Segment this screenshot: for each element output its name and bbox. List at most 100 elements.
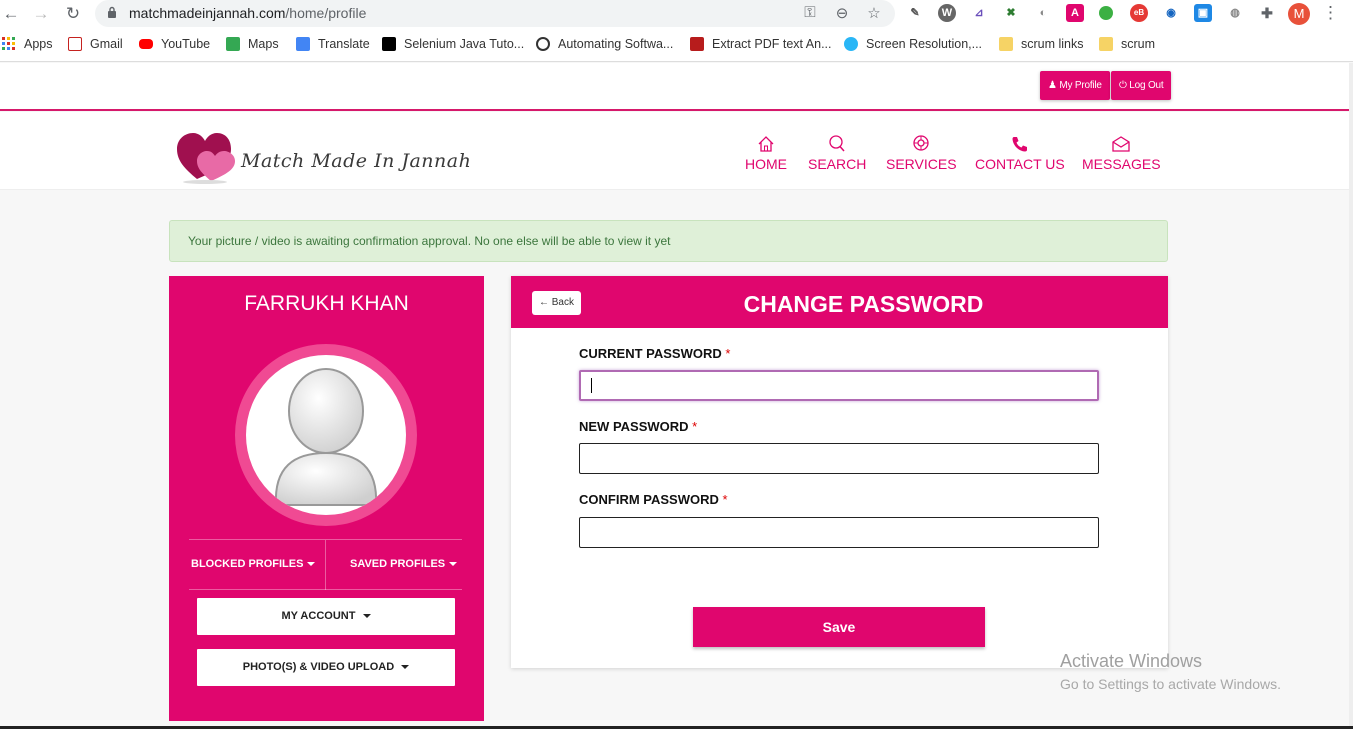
caret-down-icon [449, 562, 458, 567]
bookmark-label: Maps [248, 37, 279, 51]
wordpress-icon[interactable]: W [938, 4, 956, 22]
activate-windows-subtitle: Go to Settings to activate Windows. [1060, 676, 1281, 692]
nav-label: SEARCH [808, 156, 867, 172]
tab-label: BLOCKED PROFILES [191, 558, 304, 570]
key-icon[interactable]: ⚿ [800, 4, 820, 21]
back-arrow-icon: ← [538, 297, 552, 308]
page-title: CHANGE PASSWORD [743, 291, 984, 317]
required-mark: * [725, 346, 731, 361]
nav-search[interactable]: SEARCH [808, 134, 866, 172]
bookmark-apps[interactable]: Apps [2, 37, 53, 51]
browser-menu-icon[interactable]: ⋮ [1322, 3, 1339, 23]
label-text: CURRENT PASSWORD [579, 346, 722, 361]
bookmark-label: Translate [318, 37, 370, 51]
lock-icon [108, 6, 116, 18]
magnet-icon[interactable]: ◐ [1034, 4, 1052, 22]
text-cursor [591, 378, 592, 393]
my-account-button[interactable]: MY ACCOUNT [197, 598, 455, 635]
caret-down-icon [362, 614, 371, 619]
bookmark-label: YouTube [161, 37, 211, 51]
apps-grid-icon [2, 37, 15, 50]
nav-label: SERVICES [886, 156, 957, 172]
github-icon [536, 37, 550, 51]
b-extension-icon[interactable]: eB [1130, 4, 1148, 22]
star-icon[interactable]: ☆ [864, 4, 884, 22]
back-button[interactable]: ← Back [532, 291, 581, 315]
cross-tool-icon[interactable]: ✖ [1002, 4, 1020, 22]
log-out-label: Log Out [1129, 80, 1164, 91]
nav-label: HOME [745, 156, 787, 172]
nav-messages[interactable]: MESSAGES [1082, 134, 1161, 172]
bookmark-scrum[interactable]: scrum [1099, 37, 1155, 51]
chrome-ext-icon[interactable]: ◉ [1162, 4, 1180, 22]
forward-arrow-icon[interactable]: → [30, 3, 52, 25]
power-icon: ⏻ [1119, 80, 1130, 91]
profile-avatar[interactable] [246, 355, 406, 515]
green-dot-icon[interactable] [1099, 6, 1113, 20]
extensions-puzzle-icon[interactable]: ✚ [1258, 4, 1276, 22]
my-profile-button[interactable]: ♟ My Profile [1040, 71, 1110, 100]
nav-services[interactable]: SERVICES [886, 134, 957, 172]
person-extension-icon[interactable]: ▣ [1194, 4, 1212, 22]
profile-avatar-ring [235, 344, 417, 526]
nav-contact-us[interactable]: CONTACT US [975, 134, 1065, 172]
bookmarks-bar: Apps Gmail YouTube Maps Translate Seleni… [0, 28, 1353, 62]
log-out-button[interactable]: ⏻ Log Out [1111, 71, 1172, 100]
tab-label: SAVED PROFILES [350, 558, 446, 570]
site-logo[interactable]: Match Made In Jannah [175, 127, 471, 185]
my-profile-label: My Profile [1059, 80, 1102, 91]
upload-label: PHOTO(S) & VIDEO UPLOAD [242, 661, 395, 673]
current-password-field[interactable] [579, 370, 1099, 401]
confirm-password-label: CONFIRM PASSWORD * [579, 492, 728, 507]
bookmark-label: Automating Softwa... [558, 37, 674, 51]
approval-alert: Your picture / video is awaiting confirm… [169, 220, 1168, 262]
translate-icon [296, 37, 310, 51]
reload-icon[interactable]: ↻ [62, 3, 84, 25]
a-extension-icon[interactable]: A [1066, 4, 1084, 22]
bookmark-scrum-links[interactable]: scrum links [999, 37, 1084, 51]
user-icon: ♟ [1048, 80, 1060, 91]
brand-name: Match Made In Jannah [241, 150, 472, 172]
bookmark-translate[interactable]: Translate [296, 37, 370, 51]
photo-video-upload-button[interactable]: PHOTO(S) & VIDEO UPLOAD [197, 649, 455, 686]
site-header: Match Made In Jannah HOME SEARCH SERVICE… [0, 112, 1353, 190]
zoom-icon[interactable]: ⊖ [832, 4, 852, 22]
bookmark-gmail[interactable]: Gmail [68, 37, 123, 51]
hearts-logo-icon [177, 133, 235, 184]
globe-icon[interactable]: ◍ [1226, 4, 1244, 22]
bookmark-selenium[interactable]: Selenium Java Tuto... [382, 37, 524, 51]
bookmark-label: scrum links [1021, 37, 1084, 51]
address-bar[interactable]: matchmadeinjannah.com/home/profile ⚿ ⊖ ☆ [95, 0, 895, 27]
page-scrollbar[interactable] [1349, 63, 1353, 729]
ruler-icon[interactable]: ⊿ [970, 4, 988, 22]
confirm-password-field[interactable] [579, 517, 1099, 548]
bookmark-extract-pdf[interactable]: Extract PDF text An... [690, 37, 831, 51]
bookmark-label: Extract PDF text An... [712, 37, 832, 51]
services-icon [913, 135, 929, 151]
new-password-field[interactable] [579, 443, 1099, 474]
default-user-icon [274, 368, 378, 506]
saved-profiles-tab[interactable]: SAVED PROFILES [350, 558, 458, 570]
back-arrow-icon[interactable]: ← [0, 3, 22, 25]
bookmark-label: Selenium Java Tuto... [404, 37, 525, 51]
browser-profile-avatar[interactable]: M [1288, 3, 1310, 25]
site-topbar: ♟ My Profile ⏻ Log Out [0, 63, 1353, 111]
blocked-profiles-tab[interactable]: BLOCKED PROFILES [191, 558, 316, 570]
nav-label: CONTACT US [975, 156, 1065, 172]
change-password-panel: CHANGE PASSWORD ← Back CURRENT PASSWORD … [511, 276, 1168, 668]
bookmark-screen-resolution[interactable]: Screen Resolution,... [844, 37, 982, 51]
url-text: matchmadeinjannah.com/home/profile [129, 5, 366, 21]
url-host: matchmadeinjannah.com [129, 5, 286, 21]
eyedropper-icon[interactable]: ✎ [906, 4, 924, 22]
bookmark-label: Apps [24, 37, 53, 51]
tab-divider [325, 540, 326, 590]
screen-icon [844, 37, 858, 51]
bookmark-maps[interactable]: Maps [226, 37, 279, 51]
save-button[interactable]: Save [693, 607, 985, 647]
bookmark-label: scrum [1121, 37, 1156, 51]
bookmark-youtube[interactable]: YouTube [139, 37, 210, 51]
profile-tabs: BLOCKED PROFILES SAVED PROFILES [189, 539, 462, 590]
nav-home[interactable]: HOME [745, 134, 787, 172]
bookmark-automating[interactable]: Automating Softwa... [536, 37, 673, 51]
profile-name: FARRUKH KHAN [244, 292, 409, 315]
